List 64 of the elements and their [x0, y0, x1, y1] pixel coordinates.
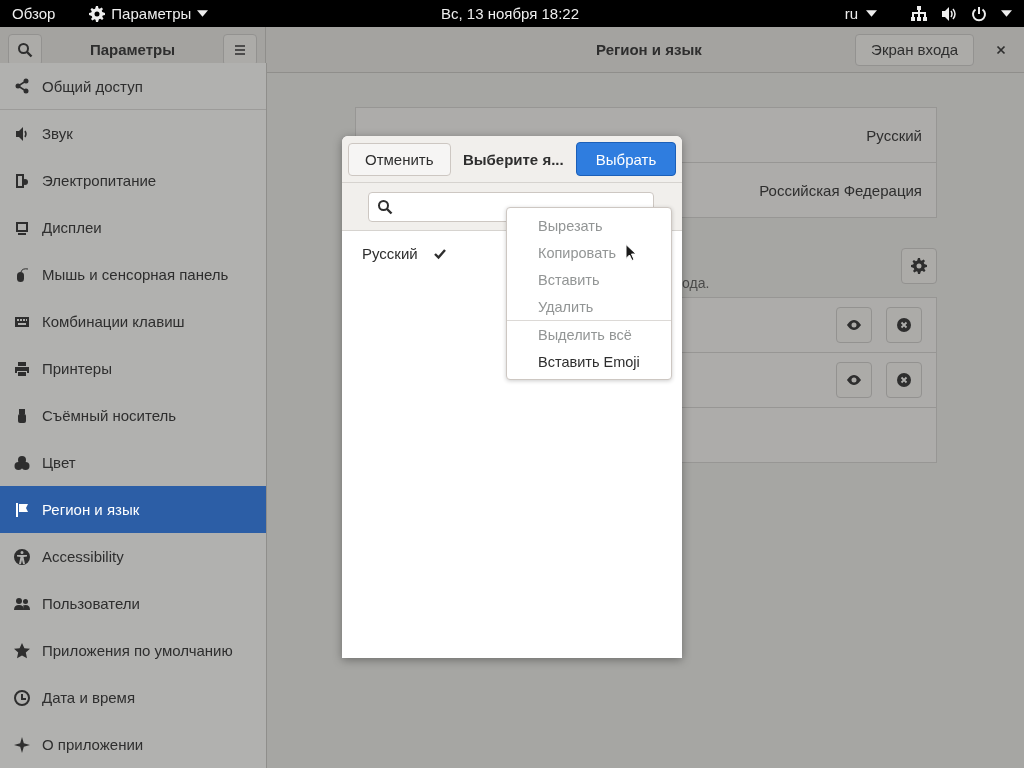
- clock-icon: [14, 689, 30, 706]
- menu-item[interactable]: Вставить Emoji: [507, 348, 671, 375]
- row-value[interactable]: Российская Федерация: [759, 181, 922, 199]
- gear-icon: [911, 258, 927, 274]
- sidebar-title: Параметры: [89, 41, 176, 58]
- sidebar-item[interactable]: Комбинации клавиш: [0, 298, 266, 345]
- sidebar-item[interactable]: Электропитание: [0, 157, 266, 204]
- eye-icon: [846, 372, 862, 388]
- sidebar-item[interactable]: Дисплеи: [0, 204, 266, 251]
- remove-icon: [896, 372, 912, 388]
- printer-icon: [14, 360, 30, 377]
- language-item[interactable]: Русский: [342, 231, 466, 276]
- flag-icon: [14, 501, 30, 518]
- sidebar-item[interactable]: Цвет: [0, 439, 266, 486]
- display-icon: [14, 219, 30, 236]
- cancel-button[interactable]: Отменить: [348, 142, 451, 176]
- color-icon: [14, 454, 30, 471]
- search-icon: [377, 198, 393, 215]
- gear-icon: [89, 5, 106, 22]
- caret-icon: [866, 10, 877, 17]
- system-menu[interactable]: [911, 5, 1012, 22]
- star-icon: [14, 642, 30, 659]
- sidebar-item[interactable]: Accessibility: [0, 533, 266, 580]
- dialog-title: Выберите я...: [461, 150, 565, 168]
- mouse-pointer-icon: [625, 243, 637, 262]
- keyboard-layout-menu[interactable]: ru: [844, 5, 877, 22]
- preview-button[interactable]: [836, 362, 872, 398]
- remove-button[interactable]: [886, 307, 922, 343]
- clock[interactable]: Вс, 13 ноября 18:22: [441, 5, 580, 22]
- volume-icon: [941, 5, 957, 22]
- mouse-icon: [14, 266, 30, 283]
- search-button[interactable]: [8, 33, 42, 66]
- sidebar-item[interactable]: Съёмный носитель: [0, 392, 266, 439]
- remove-icon: [896, 317, 912, 333]
- menu-button[interactable]: [223, 33, 257, 66]
- users-icon: [14, 595, 30, 612]
- row-value[interactable]: Русский: [866, 126, 922, 144]
- select-button[interactable]: Выбрать: [576, 142, 676, 176]
- sidebar-item[interactable]: Звук: [0, 110, 266, 157]
- sidebar-item[interactable]: Дата и время: [0, 674, 266, 721]
- sidebar-item[interactable]: Мышь и сенсорная панель: [0, 251, 266, 298]
- sidebar-item[interactable]: Принтеры: [0, 345, 266, 392]
- network-icon: [911, 5, 927, 22]
- search-icon: [17, 41, 33, 58]
- hint-text: ода.: [682, 275, 711, 293]
- sidebar-item[interactable]: О приложении: [0, 721, 266, 768]
- sidebar-item[interactable]: Пользователи: [0, 580, 266, 627]
- preview-button[interactable]: [836, 307, 872, 343]
- access-icon: [14, 548, 30, 565]
- sound-icon: [14, 125, 30, 142]
- remove-button[interactable]: [886, 362, 922, 398]
- sidebar-item[interactable]: Приложения по умолчанию: [0, 627, 266, 674]
- window-title: Регион и язык: [596, 41, 702, 58]
- eye-icon: [846, 317, 862, 333]
- sidebar-item[interactable]: Общий доступ: [0, 63, 266, 110]
- sparkle-icon: [14, 736, 30, 753]
- sidebar-item[interactable]: Регион и язык: [0, 486, 266, 533]
- caret-icon: [1001, 10, 1012, 17]
- settings-button[interactable]: [901, 248, 937, 284]
- app-menu-button[interactable]: Параметры: [89, 5, 209, 22]
- login-screen-button[interactable]: Экран входа: [855, 33, 974, 66]
- share-icon: [14, 78, 30, 94]
- activities-button[interactable]: Обзор: [12, 5, 56, 22]
- caret-icon: [197, 10, 209, 17]
